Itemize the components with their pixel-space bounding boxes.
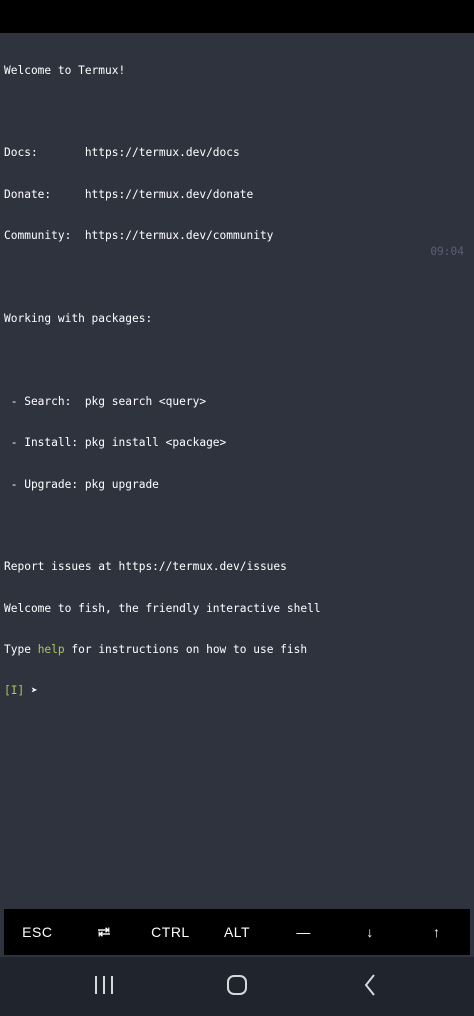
terminal-output: Welcome to Termux! Docs: https://termux.… — [4, 36, 470, 726]
terminal-line: - Upgrade: pkg upgrade — [4, 477, 159, 491]
recents-button[interactable] — [54, 957, 154, 1016]
home-button[interactable] — [187, 957, 287, 1016]
dash-key[interactable]: — — [270, 909, 337, 955]
terminal-line: - Install: pkg install <package> — [4, 436, 227, 450]
home-icon — [226, 974, 248, 1000]
prompt-clock: 09:04 — [430, 245, 464, 258]
tab-icon — [97, 927, 110, 937]
help-instruction-line: Type help for instructions on how to use… — [4, 643, 470, 657]
terminal-line: Community: https://termux.dev/community — [4, 229, 274, 243]
navigation-bar — [0, 957, 474, 1016]
prompt-arrow-icon: ➤ — [30, 684, 38, 698]
terminal-line: Docs: https://termux.dev/docs — [4, 146, 240, 160]
terminal-line: Welcome to fish, the friendly interactiv… — [4, 601, 321, 615]
back-icon — [363, 973, 377, 1001]
status-bar — [0, 0, 474, 33]
terminal-line: Donate: https://termux.dev/donate — [4, 187, 254, 201]
arrow-down-key[interactable]: ↓ — [337, 909, 404, 955]
arrow-up-key[interactable]: ↑ — [403, 909, 470, 955]
terminal-line: Working with packages: — [4, 311, 153, 325]
terminal-line: Report issues at https://termux.dev/issu… — [4, 560, 287, 574]
tab-key[interactable] — [71, 909, 138, 955]
vi-mode-indicator: [I] — [4, 684, 25, 698]
back-button[interactable] — [320, 957, 420, 1016]
terminal-line: - Search: pkg search <query> — [4, 394, 207, 408]
esc-key[interactable]: ESC — [4, 909, 71, 955]
terminal-line: Welcome to Termux! — [4, 63, 126, 77]
help-command: help — [37, 643, 65, 657]
alt-key[interactable]: ALT — [204, 909, 271, 955]
terminal-view[interactable]: Welcome to Termux! Docs: https://termux.… — [0, 33, 474, 908]
help-line-before: Type — [4, 643, 38, 657]
extra-keys-bar: ESC CTRL ALT — ↓ ↑ — [4, 909, 470, 955]
ctrl-key[interactable]: CTRL — [137, 909, 204, 955]
command-prompt[interactable]: [I] ➤ — [4, 684, 470, 698]
help-line-after: for instructions on how to use fish — [64, 643, 308, 657]
recents-icon — [93, 975, 115, 999]
